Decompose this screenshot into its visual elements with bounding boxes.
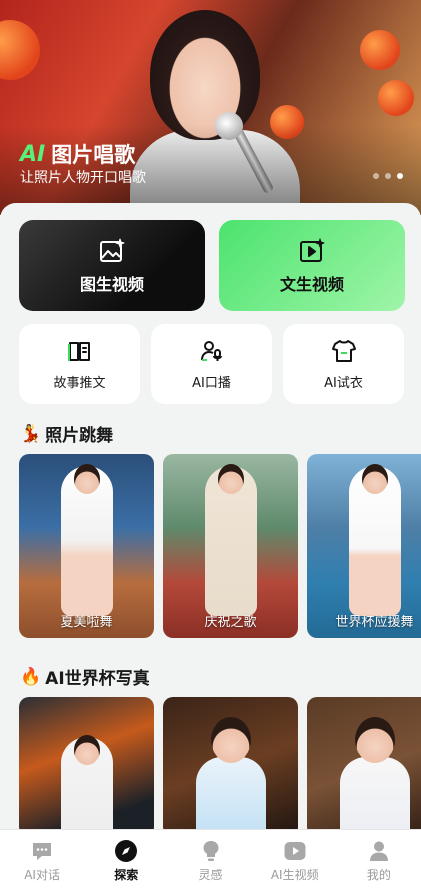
worldcup-template-card[interactable] bbox=[307, 697, 421, 837]
hero-banner[interactable]: AI 图片唱歌 让照片人物开口唱歌 bbox=[0, 0, 421, 215]
ai-broadcast-button[interactable]: AI口播 bbox=[151, 324, 272, 404]
tab-ai-chat-label: AI对话 bbox=[24, 867, 60, 882]
player-head bbox=[354, 717, 395, 763]
tab-explore[interactable]: 探索 bbox=[84, 830, 168, 891]
player-figure bbox=[339, 757, 410, 837]
tab-ai-video[interactable]: AI生视频 bbox=[253, 830, 337, 891]
image-sparkle-icon bbox=[100, 238, 125, 262]
tab-ai-chat[interactable]: AI对话 bbox=[0, 830, 84, 891]
text-to-video-label: 文生视频 bbox=[279, 274, 344, 294]
banner-title: AI 图片唱歌 bbox=[20, 139, 135, 169]
section-title-worldcup: 🔥 AI世界杯写真 bbox=[20, 664, 150, 690]
section-title-worldcup-text: AI世界杯写真 bbox=[45, 669, 150, 689]
banner-title-ai: AI bbox=[20, 141, 46, 167]
tab-inspiration[interactable]: 灵感 bbox=[168, 830, 252, 891]
image-to-video-button[interactable]: 图生视频 bbox=[19, 220, 205, 311]
tab-profile-label: 我的 bbox=[366, 867, 391, 882]
banner-subtitle: 让照片人物开口唱歌 bbox=[20, 170, 146, 186]
ai-tryon-button[interactable]: AI试衣 bbox=[283, 324, 404, 404]
player-head bbox=[73, 735, 100, 765]
singer-head bbox=[150, 10, 260, 140]
dance-template-caption: 庆祝之歌 bbox=[204, 615, 257, 630]
banner-title-text: 图片唱歌 bbox=[51, 143, 136, 167]
dancer-head bbox=[73, 464, 100, 494]
worldcup-template-card[interactable] bbox=[163, 697, 298, 837]
person-mic-icon bbox=[200, 340, 222, 361]
carousel-dot-active[interactable] bbox=[397, 173, 403, 179]
dance-template-caption: 世界杯应援舞 bbox=[335, 615, 414, 630]
person-icon bbox=[369, 841, 388, 861]
dancer-head bbox=[361, 464, 388, 494]
dance-template-card[interactable]: 庆祝之歌 bbox=[163, 454, 298, 638]
ai-tryon-label: AI试衣 bbox=[324, 375, 363, 391]
dancer-icon: 💃 bbox=[20, 423, 42, 444]
play-icon bbox=[284, 841, 306, 860]
player-figure bbox=[195, 757, 266, 837]
shirt-icon bbox=[331, 339, 356, 362]
dancer-head bbox=[217, 464, 244, 494]
tab-explore-label: 探索 bbox=[114, 867, 139, 882]
compass-icon bbox=[115, 839, 138, 862]
tab-ai-video-label: AI生视频 bbox=[270, 867, 319, 882]
story-post-label: 故事推文 bbox=[53, 375, 106, 391]
player-head bbox=[210, 717, 251, 763]
story-post-button[interactable]: 故事推文 bbox=[19, 324, 140, 404]
image-to-video-label: 图生视频 bbox=[79, 274, 144, 294]
dance-template-card[interactable]: 夏美啦舞 bbox=[19, 454, 154, 638]
video-sparkle-icon bbox=[300, 238, 325, 262]
chat-bubble-icon bbox=[33, 842, 52, 860]
lightbulb-icon bbox=[203, 840, 218, 861]
text-to-video-button[interactable]: 文生视频 bbox=[219, 220, 405, 311]
carousel-dot[interactable] bbox=[385, 173, 391, 179]
book-icon bbox=[67, 341, 90, 361]
carousel-dot[interactable] bbox=[373, 173, 379, 179]
lantern-decoration bbox=[378, 80, 414, 116]
section-title-dance: 💃 照片跳舞 bbox=[20, 421, 114, 447]
carousel-dots bbox=[373, 173, 403, 179]
explore-panel: 图生视频 文生视频 故事推文 AI口播 AI试衣 💃 照片跳舞 夏美啦舞 庆祝之… bbox=[0, 203, 421, 843]
dance-template-card[interactable]: 世界杯应援舞 bbox=[307, 454, 421, 638]
ai-broadcast-label: AI口播 bbox=[192, 375, 231, 391]
bottom-tab-bar: AI对话 探索 灵感 AI生视频 我的 bbox=[0, 829, 421, 891]
lantern-decoration bbox=[0, 20, 40, 80]
fire-icon: 🔥 bbox=[20, 666, 42, 687]
section-title-dance-text: 照片跳舞 bbox=[45, 426, 114, 446]
lantern-decoration bbox=[360, 30, 400, 70]
dance-template-caption: 夏美啦舞 bbox=[60, 615, 113, 630]
worldcup-template-card[interactable] bbox=[19, 697, 154, 837]
tab-inspiration-label: 灵感 bbox=[198, 867, 223, 882]
tab-profile[interactable]: 我的 bbox=[337, 830, 421, 891]
